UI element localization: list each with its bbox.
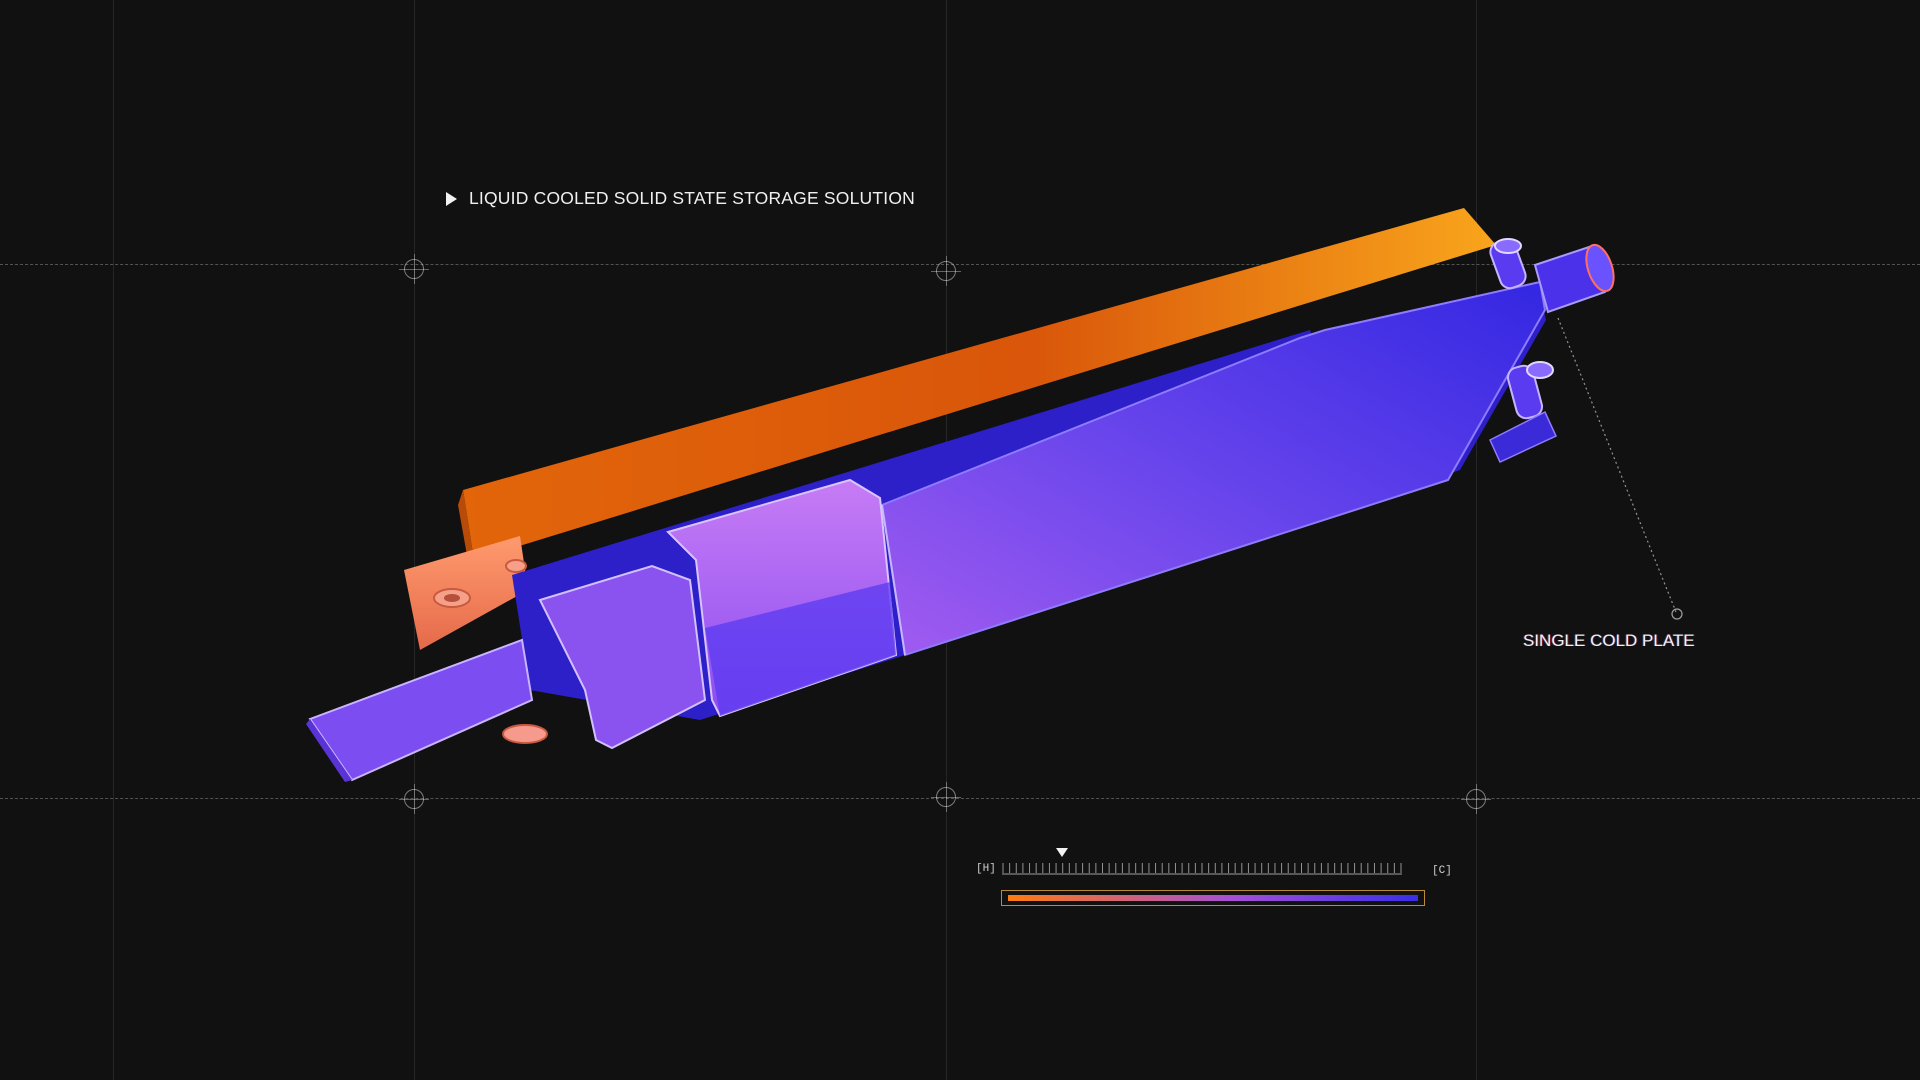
scale-marker <box>1056 848 1068 857</box>
cold-label: [C] <box>1432 865 1452 877</box>
gradient-bar-fill <box>1008 895 1418 901</box>
scene: { "headline": { "text": "LIQUID COOLED S… <box>0 0 1920 1080</box>
gradient-bar <box>1001 890 1425 906</box>
callout-leader <box>1557 317 1683 620</box>
scale-ticks <box>1002 863 1402 875</box>
callout-label: SINGLE COLD PLATE <box>1523 631 1695 650</box>
temperature-scale: [H] [C] <box>976 846 1452 916</box>
hot-label: [H] <box>976 863 996 875</box>
